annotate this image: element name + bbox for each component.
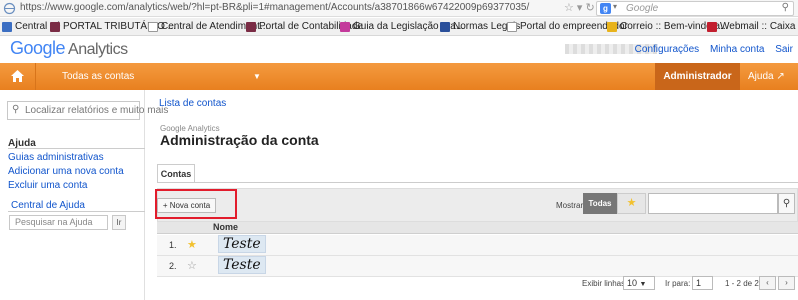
next-page-button[interactable]: › <box>778 276 795 290</box>
filter-all-button[interactable]: Todas <box>583 193 617 214</box>
bookmark-favicon-icon <box>607 21 617 32</box>
star-filled-icon[interactable]: ★ <box>187 238 197 251</box>
divider <box>8 148 145 149</box>
chevron-left-icon: ‹ <box>766 278 769 287</box>
star-icon: ★ <box>626 197 637 209</box>
divider <box>157 182 798 183</box>
main-nav-bar: Todas as contas ▼ Administrador Ajuda ↗ <box>0 63 798 90</box>
admin-button[interactable]: Administrador <box>655 63 740 90</box>
breadcrumb[interactable]: Lista de contas <box>159 98 226 109</box>
table-filter-search-button[interactable]: ⚲ <box>778 193 795 214</box>
bookmark-favicon-icon <box>50 21 60 32</box>
home-button[interactable] <box>0 63 36 90</box>
main-content: Lista de contas Google Analytics Adminis… <box>146 90 798 300</box>
sidebar-link-add-account[interactable]: Adicionar uma nova conta <box>8 166 124 177</box>
sidebar-link-delete-account[interactable]: Excluir uma conta <box>8 180 87 191</box>
rows-per-page-label: Exibir linhas: <box>582 279 628 288</box>
divider <box>8 211 145 212</box>
account-selector[interactable]: Todas as contas <box>62 71 134 82</box>
my-account-link[interactable]: Minha conta <box>710 44 764 55</box>
chevron-down-icon[interactable]: ▼ <box>253 72 261 81</box>
bookmark-star-icon[interactable]: ☆ ▾ ↻ <box>564 1 595 14</box>
table-row: 1. ★ Teste <box>157 235 798 256</box>
goto-page-input[interactable]: 1 <box>692 276 713 290</box>
chevron-down-icon: ▼ <box>639 281 647 288</box>
help-label: Ajuda <box>748 71 774 82</box>
page-range: 1 - 2 de 2 <box>725 279 759 288</box>
sign-out-link[interactable]: Sair <box>775 44 793 55</box>
star-outline-icon[interactable]: ☆ <box>187 259 197 272</box>
bookmark-favicon-icon <box>707 21 717 32</box>
bookmark-favicon-icon <box>148 21 158 32</box>
settings-link[interactable]: Configurações <box>635 44 699 55</box>
help-button[interactable]: Ajuda ↗ <box>748 71 785 82</box>
row-number: 1. <box>169 240 177 250</box>
google-analytics-logo[interactable]: Google Analytics <box>10 38 128 59</box>
prev-page-button[interactable]: ‹ <box>759 276 776 290</box>
pagination: Exibir linhas: 10 ▼ Ir para: 1 1 - 2 de … <box>157 275 798 292</box>
bookmark-favicon-icon <box>340 21 350 32</box>
ga-header: Google Analytics Configurações Minha cont… <box>0 37 798 62</box>
google-icon: g <box>600 3 611 14</box>
browser-url-bar[interactable]: https://www.google.com/analytics/web/?hl… <box>0 0 798 17</box>
help-search-placeholder: Pesquisar na Ajuda <box>15 217 93 227</box>
search-engine-label: Google <box>626 3 659 14</box>
table-row: 2. ☆ Teste <box>157 256 798 277</box>
tab-accounts[interactable]: Contas <box>157 164 195 183</box>
chevron-down-icon[interactable]: ▾ <box>613 2 617 11</box>
account-name-link[interactable]: Teste <box>218 256 266 274</box>
bookmark-item[interactable]: Webmail :: Caixa de en... <box>707 21 798 32</box>
page-title: Administração da conta <box>160 132 319 148</box>
search-icon: ⚲ <box>782 198 791 209</box>
help-search-go-button[interactable]: Ir <box>112 215 126 230</box>
search-icon[interactable]: ⚲ <box>782 2 789 13</box>
help-center-link[interactable]: Central de Ajuda <box>11 200 85 211</box>
show-label: Mostrar <box>556 201 584 210</box>
rows-per-page-select[interactable]: 10 ▼ <box>623 276 655 290</box>
bookmark-favicon-icon <box>440 21 450 32</box>
table-filter-input[interactable] <box>648 193 778 214</box>
bookmark-favicon-icon <box>507 21 517 32</box>
highlight-annotation-box <box>155 189 237 219</box>
browser-search-box[interactable]: g ▾ Google ⚲ <box>596 1 794 16</box>
logo-google-text: Google <box>10 38 66 58</box>
chevron-right-icon: › <box>785 278 788 287</box>
top-links: Configurações Minha conta Sair <box>627 44 793 55</box>
external-link-icon: ↗ <box>776 71 785 82</box>
globe-icon <box>3 2 16 15</box>
logo-analytics-text: Analytics <box>68 41 128 58</box>
url-text[interactable]: https://www.google.com/analytics/web/?hl… <box>20 2 529 13</box>
goto-label: Ir para: <box>665 279 691 288</box>
filter-starred-button[interactable]: ★ <box>617 193 646 214</box>
column-header-name[interactable]: Nome <box>213 222 238 232</box>
sidebar-link-admin-guides[interactable]: Guias administrativas <box>8 152 104 163</box>
account-name-link[interactable]: Teste <box>218 235 266 253</box>
help-search-input[interactable]: Pesquisar na Ajuda <box>9 215 108 230</box>
search-icon: ⚲ <box>12 104 20 115</box>
row-number: 2. <box>169 261 177 271</box>
bookmark-favicon-icon <box>2 21 12 32</box>
rows-per-page-value: 10 <box>627 278 638 288</box>
home-icon <box>11 70 24 82</box>
report-search-input[interactable]: ⚲ Localizar relatórios e muito mais <box>7 101 168 120</box>
sidebar: ⚲ Localizar relatórios e muito mais Ajud… <box>0 90 168 300</box>
table-header: Nome <box>157 222 798 234</box>
bookmarks-bar: Central Jé PORTAL TRIBUTÁRIO ... Central… <box>0 18 798 36</box>
bookmark-favicon-icon <box>246 21 256 32</box>
